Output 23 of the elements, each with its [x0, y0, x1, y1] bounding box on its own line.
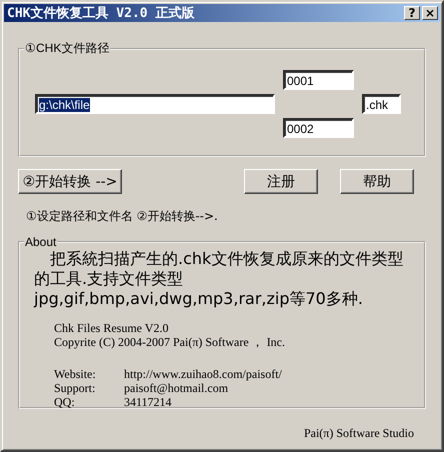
group-label: About	[24, 235, 58, 249]
contact-value: http://www.zuihao8.com/paisoft/	[124, 367, 282, 381]
start-button[interactable]: ②开始转换 -->	[18, 169, 122, 194]
path-field[interactable]: g:\chk\file	[35, 94, 275, 114]
footer-text: Pai(π) Software Studio	[302, 426, 414, 441]
contact-label: QQ:	[54, 395, 76, 409]
copyright-text: Copyrite (C) 2004-2007 Pai(π) Software ， Inc.	[54, 335, 286, 349]
contact-value: paisoft@hotmail.com	[124, 381, 230, 395]
group-label: ①CHK文件路径	[24, 40, 110, 57]
help-button[interactable]: 帮助	[340, 169, 414, 194]
contact-label: Support:	[54, 381, 96, 395]
help-button[interactable]: ?	[404, 6, 420, 20]
product-name: Chk Files Resume V2.0	[54, 321, 170, 335]
extension-field[interactable]: .chk	[362, 94, 401, 114]
contact-label: Website:	[54, 367, 97, 381]
contact-value: 34117214	[124, 395, 173, 409]
description-text: 把系統扫描产生的.chk文件恢复成原来的文件类型的工具.支持文件类型jpg,gif,bmp,avi,dwg,mp3,rar,zip等70多种.	[34, 249, 404, 309]
close-button[interactable]: ×	[422, 6, 438, 20]
start-number-field[interactable]: 0001	[283, 70, 354, 90]
register-button[interactable]: 注册	[244, 169, 318, 194]
instruction-text: ①设定路径和文件名 ②开始转换-->.	[26, 208, 219, 225]
window-title: CHK文件恢复工具 V2.0 正式版	[7, 4, 196, 22]
end-number-field[interactable]: 0002	[283, 118, 354, 138]
